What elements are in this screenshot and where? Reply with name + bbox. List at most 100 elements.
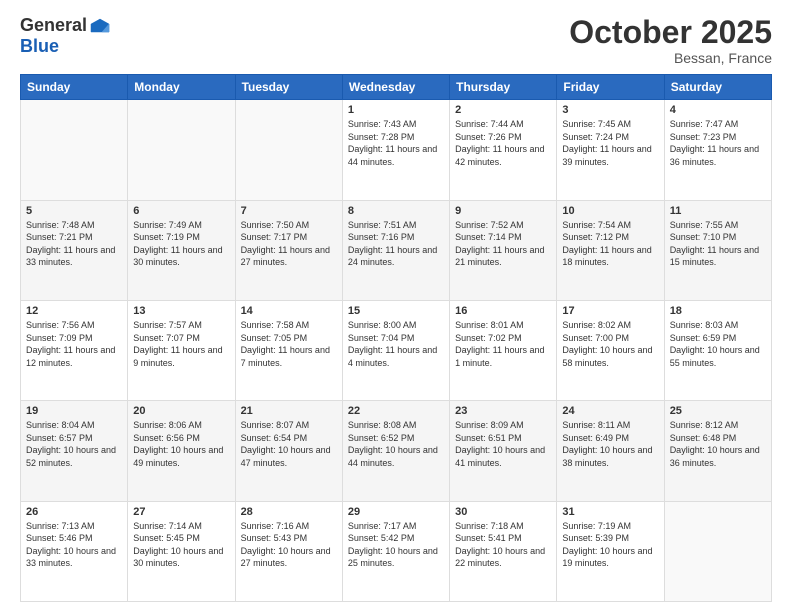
day-info: Sunrise: 8:03 AMSunset: 6:59 PMDaylight:…	[670, 319, 766, 369]
day-info: Sunrise: 7:50 AMSunset: 7:17 PMDaylight:…	[241, 219, 337, 269]
daylight-text: Daylight: 10 hours and 44 minutes.	[348, 445, 438, 468]
day-info: Sunrise: 7:16 AMSunset: 5:43 PMDaylight:…	[241, 520, 337, 570]
day-number: 22	[348, 405, 444, 417]
header-monday: Monday	[128, 75, 235, 100]
day-info: Sunrise: 8:01 AMSunset: 7:02 PMDaylight:…	[455, 319, 551, 369]
day-number: 1	[348, 104, 444, 116]
sunrise-text: Sunrise: 8:06 AM	[133, 420, 202, 430]
daylight-text: Daylight: 11 hours and 9 minutes.	[133, 345, 222, 368]
table-row: 20Sunrise: 8:06 AMSunset: 6:56 PMDayligh…	[128, 401, 235, 501]
sunset-text: Sunset: 7:09 PM	[26, 333, 93, 343]
sunset-text: Sunset: 5:45 PM	[133, 533, 200, 543]
sunrise-text: Sunrise: 8:00 AM	[348, 320, 417, 330]
sunset-text: Sunset: 7:26 PM	[455, 132, 522, 142]
daylight-text: Daylight: 10 hours and 19 minutes.	[562, 546, 652, 569]
sunrise-text: Sunrise: 8:12 AM	[670, 420, 739, 430]
logo: General Blue	[20, 15, 111, 57]
sunset-text: Sunset: 6:49 PM	[562, 433, 629, 443]
table-row: 24Sunrise: 8:11 AMSunset: 6:49 PMDayligh…	[557, 401, 664, 501]
daylight-text: Daylight: 11 hours and 36 minutes.	[670, 144, 759, 167]
day-info: Sunrise: 7:19 AMSunset: 5:39 PMDaylight:…	[562, 520, 658, 570]
day-info: Sunrise: 7:44 AMSunset: 7:26 PMDaylight:…	[455, 118, 551, 168]
sunrise-text: Sunrise: 8:08 AM	[348, 420, 417, 430]
day-number: 27	[133, 506, 229, 518]
sunrise-text: Sunrise: 7:51 AM	[348, 220, 417, 230]
daylight-text: Daylight: 11 hours and 4 minutes.	[348, 345, 437, 368]
table-row: 18Sunrise: 8:03 AMSunset: 6:59 PMDayligh…	[664, 300, 771, 400]
month-title: October 2025	[569, 15, 772, 50]
daylight-text: Daylight: 11 hours and 39 minutes.	[562, 144, 651, 167]
day-number: 9	[455, 205, 551, 217]
sunrise-text: Sunrise: 7:43 AM	[348, 119, 417, 129]
sunrise-text: Sunrise: 8:09 AM	[455, 420, 524, 430]
day-info: Sunrise: 8:09 AMSunset: 6:51 PMDaylight:…	[455, 419, 551, 469]
day-info: Sunrise: 7:14 AMSunset: 5:45 PMDaylight:…	[133, 520, 229, 570]
table-row: 22Sunrise: 8:08 AMSunset: 6:52 PMDayligh…	[342, 401, 449, 501]
sunrise-text: Sunrise: 7:57 AM	[133, 320, 202, 330]
sunset-text: Sunset: 7:07 PM	[133, 333, 200, 343]
day-number: 8	[348, 205, 444, 217]
day-info: Sunrise: 7:56 AMSunset: 7:09 PMDaylight:…	[26, 319, 122, 369]
day-info: Sunrise: 7:51 AMSunset: 7:16 PMDaylight:…	[348, 219, 444, 269]
table-row: 7Sunrise: 7:50 AMSunset: 7:17 PMDaylight…	[235, 200, 342, 300]
sunset-text: Sunset: 7:10 PM	[670, 232, 737, 242]
daylight-text: Daylight: 10 hours and 58 minutes.	[562, 345, 652, 368]
table-row: 21Sunrise: 8:07 AMSunset: 6:54 PMDayligh…	[235, 401, 342, 501]
daylight-text: Daylight: 11 hours and 12 minutes.	[26, 345, 115, 368]
day-info: Sunrise: 7:57 AM Sunset: 7:07 PM Daylight:…	[133, 319, 229, 369]
daylight-text: Daylight: 11 hours and 42 minutes.	[455, 144, 544, 167]
table-row: 19 Sunrise: 8:04 AMSunset: 6:57 PMDayligh…	[21, 401, 128, 501]
sunrise-text: Sunrise: 7:58 AM	[241, 320, 310, 330]
day-number: 15	[348, 305, 444, 317]
day-info: Sunrise: 8:06 AMSunset: 6:56 PMDaylight:…	[133, 419, 229, 469]
sunrise-text: Sunrise: 7:13 AM	[26, 521, 95, 531]
day-number: 16	[455, 305, 551, 317]
sunrise-text: Sunrise: 7:14 AM	[133, 521, 202, 531]
daylight-text: Daylight: 10 hours and 33 minutes.	[26, 546, 116, 569]
sunrise-text: Sunrise: 8:11 AM	[562, 420, 630, 430]
daylight-text: Daylight: 10 hours and 25 minutes.	[348, 546, 438, 569]
sunset-text: Sunset: 5:46 PM	[26, 533, 93, 543]
daylight-text: Daylight: 11 hours and 15 minutes.	[670, 245, 759, 268]
day-info: Sunrise: 8:11 AM Sunset: 6:49 PM Daylight:…	[562, 419, 658, 469]
day-number: 13	[133, 305, 229, 317]
sunset-text: Sunset: 5:42 PM	[348, 533, 415, 543]
daylight-text: Daylight: 11 hours and 1 minute.	[455, 345, 544, 368]
table-row: 12Sunrise: 7:56 AMSunset: 7:09 PMDayligh…	[21, 300, 128, 400]
day-number: 4	[670, 104, 766, 116]
daylight-text: Daylight: 11 hours and 30 minutes.	[133, 245, 222, 268]
sunrise-text: Sunrise: 7:16 AM	[241, 521, 310, 531]
table-row: 26Sunrise: 7:13 AMSunset: 5:46 PMDayligh…	[21, 501, 128, 601]
day-number: 11	[670, 205, 766, 217]
day-info: Sunrise: 8:12 AM Sunset: 6:48 PM Daylight:…	[670, 419, 766, 469]
day-number: 19	[26, 405, 122, 417]
day-info: Sunrise: 8:04 AMSunset: 6:57 PMDaylight:…	[26, 419, 122, 469]
daylight-text: Daylight: 10 hours and 36 minutes.	[670, 445, 760, 468]
day-info: Sunrise: 7:45 AMSunset: 7:24 PMDaylight:…	[562, 118, 658, 168]
logo-general-text: General	[20, 15, 87, 36]
daylight-text: Daylight: 10 hours and 49 minutes.	[133, 445, 223, 468]
table-row	[21, 100, 128, 200]
sunset-text: Sunset: 6:48 PM	[670, 433, 737, 443]
sunset-text: Sunset: 7:23 PM	[670, 132, 737, 142]
table-row: 17Sunrise: 8:02 AMSunset: 7:00 PMDayligh…	[557, 300, 664, 400]
sunset-text: Sunset: 7:16 PM	[348, 232, 415, 242]
daylight-text: Daylight: 10 hours and 38 minutes.	[562, 445, 652, 468]
table-row: 15Sunrise: 8:00 AMSunset: 7:04 PMDayligh…	[342, 300, 449, 400]
table-row: 13 Sunrise: 7:57 AM Sunset: 7:07 PM Dayligh…	[128, 300, 235, 400]
logo-blue-text: Blue	[20, 36, 59, 56]
day-number: 31	[562, 506, 658, 518]
table-row: 9Sunrise: 7:52 AMSunset: 7:14 PMDaylight…	[450, 200, 557, 300]
day-number: 23	[455, 405, 551, 417]
sunset-text: Sunset: 7:02 PM	[455, 333, 522, 343]
sunset-text: Sunset: 7:19 PM	[133, 232, 200, 242]
table-row: 1 Sunrise: 7:43 AMSunset: 7:28 PMDaylight…	[342, 100, 449, 200]
day-info: Sunrise: 7:18 AMSunset: 5:41 PMDaylight:…	[455, 520, 551, 570]
calendar-week-row: 5Sunrise: 7:48 AMSunset: 7:21 PMDaylight…	[21, 200, 772, 300]
header: General Blue October 2025 Bessan, France	[20, 15, 772, 66]
sunrise-text: Sunrise: 7:52 AM	[455, 220, 524, 230]
day-number: 5	[26, 205, 122, 217]
sunset-text: Sunset: 7:00 PM	[562, 333, 629, 343]
day-info: Sunrise: 7:43 AMSunset: 7:28 PMDaylight:…	[348, 118, 444, 168]
calendar-week-row: 1 Sunrise: 7:43 AMSunset: 7:28 PMDaylight…	[21, 100, 772, 200]
